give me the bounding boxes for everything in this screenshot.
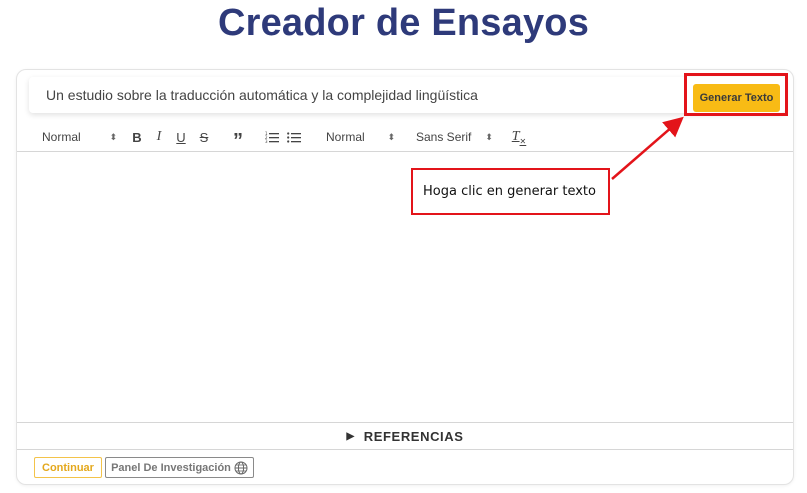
clear-format-button[interactable]: T ✕	[510, 127, 528, 147]
chevron-updown-icon: ⬍	[387, 131, 396, 142]
references-toggle[interactable]: ▶ REFERENCIAS	[17, 422, 793, 450]
annotation-arrow-icon	[611, 116, 684, 180]
ordered-list-button[interactable]: 1 2 3	[263, 127, 281, 147]
topic-input[interactable]	[29, 77, 669, 113]
size-select[interactable]: Normal ⬍	[326, 129, 395, 145]
continue-button[interactable]: Continuar	[34, 457, 102, 478]
font-select[interactable]: Sans Serif ⬍	[416, 129, 493, 145]
essay-text-area[interactable]	[17, 153, 793, 423]
bold-button[interactable]: B	[128, 127, 146, 147]
instruction-text: Hoga clic en generar texto	[423, 184, 596, 199]
research-panel-label: Panel De Investigación	[111, 461, 231, 474]
chevron-updown-icon: ⬍	[485, 131, 493, 142]
font-select-label: Sans Serif	[416, 130, 472, 144]
italic-button[interactable]: I	[150, 127, 168, 147]
underline-button[interactable]: U	[172, 127, 190, 147]
blockquote-button[interactable]: ”	[229, 127, 247, 152]
chevron-updown-icon: ⬍	[109, 131, 118, 142]
clear-x-icon: ✕	[519, 136, 527, 146]
clear-format-icon: T	[511, 129, 520, 144]
caret-right-icon: ▶	[346, 430, 355, 442]
heading-select-label: Normal	[42, 130, 81, 144]
references-label: REFERENCIAS	[363, 428, 464, 444]
heading-select[interactable]: Normal ⬍	[42, 129, 117, 145]
instruction-callout: Hoga clic en generar texto	[411, 168, 610, 215]
size-select-label: Normal	[326, 130, 365, 144]
svg-text:3: 3	[265, 139, 268, 143]
research-panel-button[interactable]: Panel De Investigación	[105, 457, 254, 478]
bullet-list-icon	[287, 132, 301, 143]
globe-icon	[234, 461, 248, 474]
prompt-bar: Generar Texto	[29, 77, 785, 113]
ordered-list-icon: 1 2 3	[265, 131, 279, 143]
bullet-list-button[interactable]	[285, 127, 303, 147]
strikethrough-button[interactable]: S	[195, 127, 213, 147]
page-title: Creador de Ensayos	[217, 2, 590, 44]
